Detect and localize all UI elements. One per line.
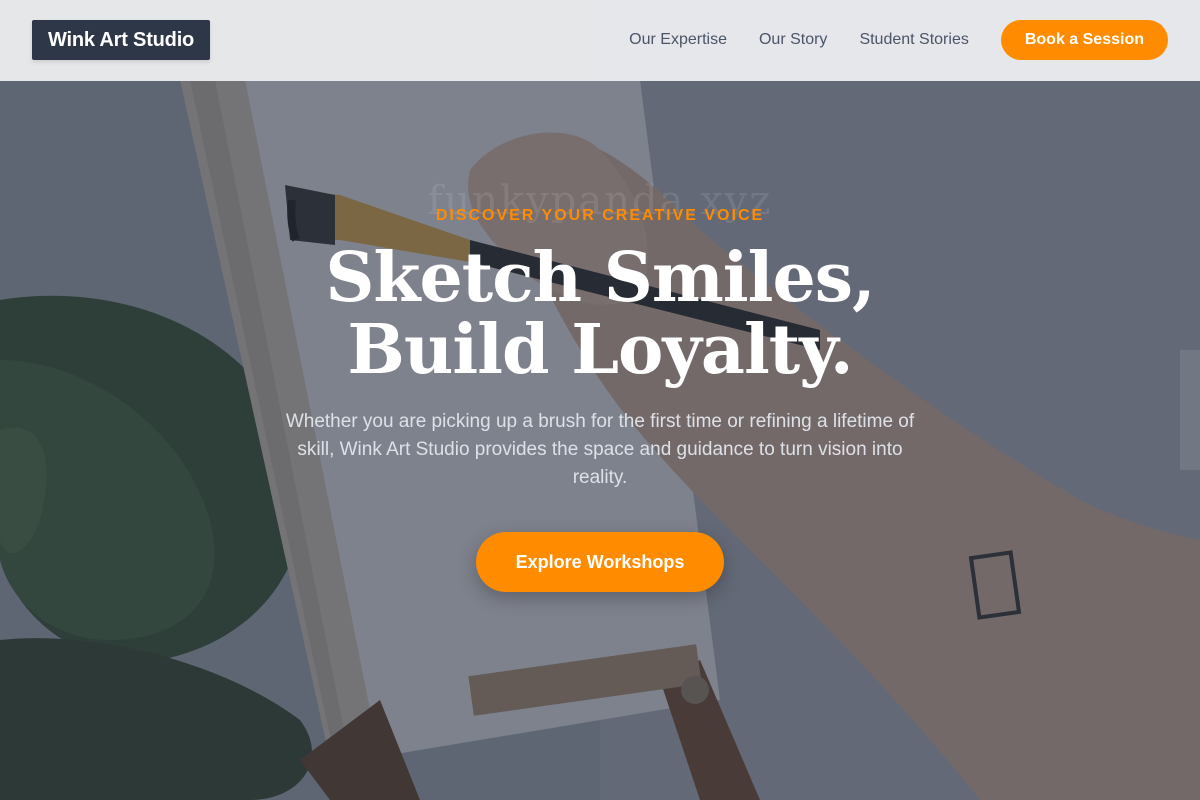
hero-lead-text: Whether you are picking up a brush for t… xyxy=(285,411,915,488)
nav-link-our-story[interactable]: Our Story xyxy=(759,31,827,49)
primary-nav: Our Expertise Our Story Student Stories … xyxy=(629,20,1168,60)
hero-content: DISCOVER YOUR CREATIVE VOICE Sketch Smil… xyxy=(0,200,1200,592)
nav-link-our-expertise[interactable]: Our Expertise xyxy=(629,31,727,49)
nav-link-student-stories[interactable]: Student Stories xyxy=(859,31,968,49)
hero-headline: Sketch Smiles, Build Loyalty. xyxy=(0,242,1200,386)
explore-workshops-button[interactable]: Explore Workshops xyxy=(475,532,725,592)
book-session-button[interactable]: Book a Session xyxy=(1000,20,1168,60)
top-navbar: Wink Art Studio Our Expertise Our Story … xyxy=(0,0,1200,81)
hero-eyebrow: DISCOVER YOUR CREATIVE VOICE xyxy=(435,207,765,224)
hero-headline-line-1: Sketch Smiles, xyxy=(325,238,875,318)
brand-logo[interactable]: Wink Art Studio xyxy=(32,20,211,60)
hero-headline-line-2: Build Loyalty. xyxy=(347,310,853,390)
